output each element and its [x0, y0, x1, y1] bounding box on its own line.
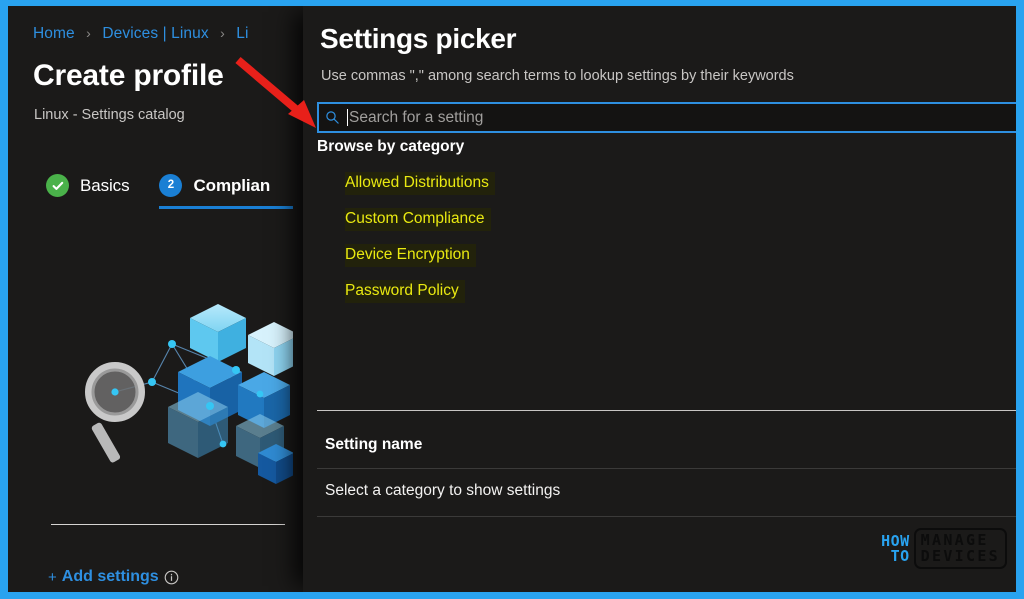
- app-canvas: Home › Devices | Linux › Li Create profi…: [8, 6, 1016, 592]
- breadcrumb: Home › Devices | Linux › Li: [33, 25, 249, 43]
- watermark-manage: MANAGE: [920, 531, 989, 549]
- breadcrumb-item-devices-linux[interactable]: Devices | Linux: [102, 25, 208, 42]
- page-title: Create profile: [33, 59, 224, 92]
- magnifier-icon: [85, 362, 145, 463]
- breadcrumb-separator-icon: ›: [220, 25, 225, 41]
- empty-state-message: Select a category to show settings: [325, 482, 561, 499]
- create-profile-blade: Home › Devices | Linux › Li Create profi…: [8, 6, 293, 592]
- tab-basics[interactable]: Basics: [46, 174, 130, 209]
- breadcrumb-item-home[interactable]: Home: [33, 25, 75, 42]
- check-circle-icon: [46, 174, 69, 197]
- watermark-to: TO: [890, 546, 910, 565]
- screenshot-blue-frame: Home › Devices | Linux › Li Create profi…: [0, 0, 1024, 599]
- check-icon: [52, 181, 63, 190]
- category-list: Allowed Distributions Custom Compliance …: [345, 172, 1002, 316]
- settings-picker-title: Settings picker: [320, 23, 517, 54]
- wizard-tabs: Basics 2 Complian: [46, 174, 293, 209]
- search-box[interactable]: [317, 102, 1016, 133]
- add-settings-button[interactable]: + Add settings: [48, 568, 179, 586]
- add-settings-label: Add settings: [61, 568, 159, 585]
- watermark-manage-devices: MANAGE DEVICES: [913, 528, 1007, 569]
- category-item-custom-compliance[interactable]: Custom Compliance: [345, 208, 491, 231]
- watermark-logo: HOW TO MANAGE DEVICES: [881, 528, 1007, 569]
- step-number: 2: [167, 178, 175, 191]
- category-item-allowed-distributions[interactable]: Allowed Distributions: [345, 172, 495, 195]
- browse-by-category-label: Browse by category: [317, 138, 465, 155]
- step-number-badge: 2: [159, 174, 183, 197]
- settings-picker-hint: Use commas "," among search terms to loo…: [321, 68, 794, 84]
- column-header-setting-name: Setting name: [325, 436, 423, 453]
- breadcrumb-item-truncated[interactable]: Li: [236, 25, 248, 42]
- results-bottom-divider: [317, 516, 1016, 517]
- breadcrumb-separator-icon: ›: [86, 25, 91, 41]
- tab-compliance-label: Complian: [193, 175, 271, 195]
- results-header-divider: [317, 468, 1016, 469]
- page-subtitle: Linux - Settings catalog: [34, 107, 185, 123]
- category-item-device-encryption[interactable]: Device Encryption: [345, 244, 476, 267]
- info-icon[interactable]: [164, 570, 179, 585]
- search-icon: [326, 111, 339, 124]
- plus-icon: +: [48, 568, 57, 586]
- watermark-how-to: HOW TO: [881, 534, 910, 565]
- tab-basics-label: Basics: [80, 175, 130, 195]
- watermark-devices: DEVICES: [920, 547, 1000, 565]
- settings-picker-panel: Settings picker Use commas "," among sea…: [303, 6, 1016, 592]
- tab-compliance[interactable]: 2 Complian: [159, 174, 293, 209]
- left-panel-divider: [51, 524, 285, 525]
- results-top-divider: [317, 410, 1016, 411]
- category-item-password-policy[interactable]: Password Policy: [345, 280, 465, 303]
- search-input[interactable]: [348, 104, 1016, 131]
- settings-catalog-illustration: [85, 304, 293, 484]
